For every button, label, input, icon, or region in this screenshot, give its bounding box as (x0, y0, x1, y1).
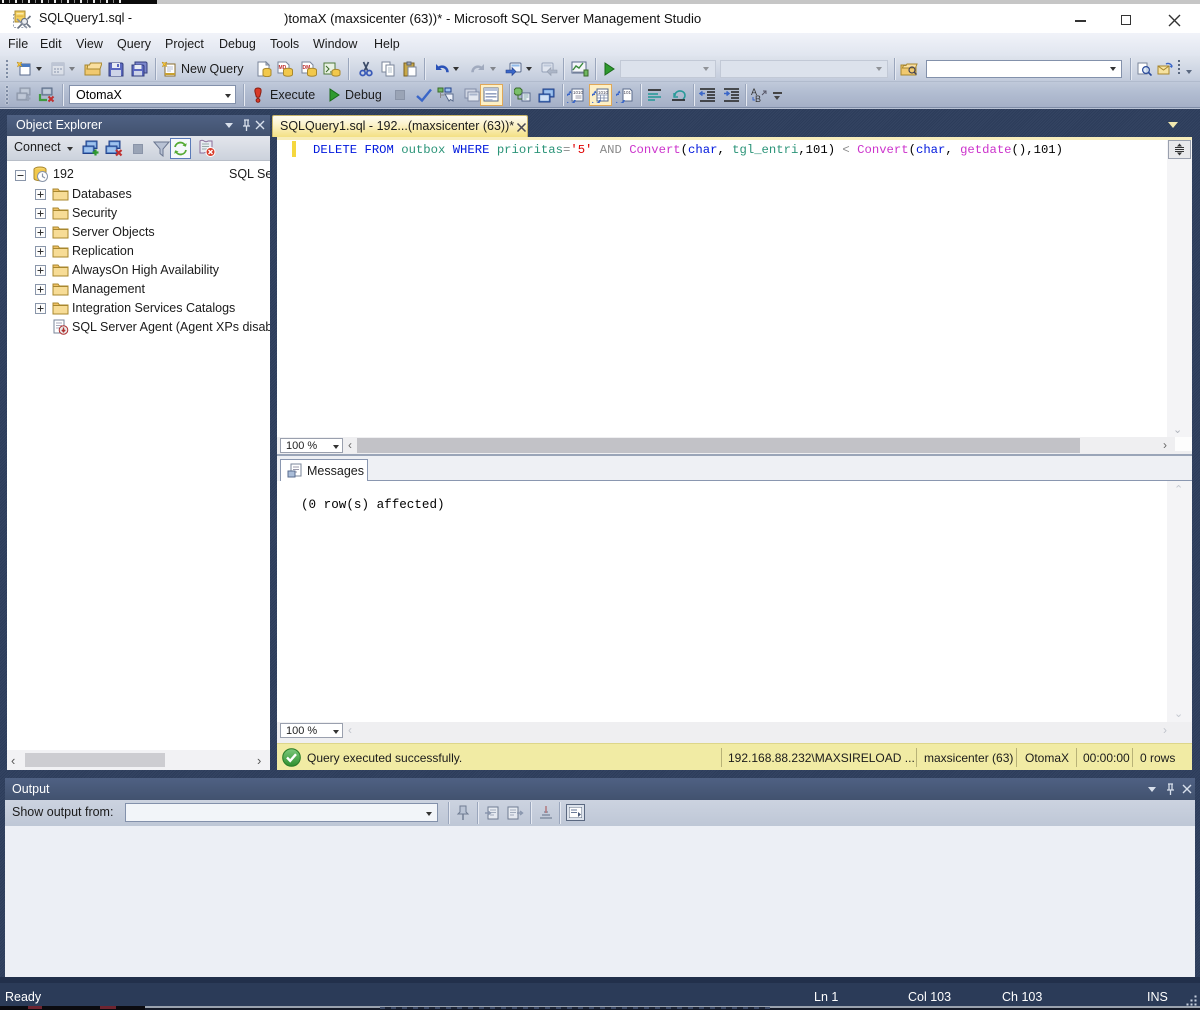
svg-text:101: 101 (624, 90, 632, 95)
svg-text:B: B (755, 94, 761, 103)
svg-text:1010: 1010 (573, 90, 584, 95)
svg-text:1010: 1010 (598, 90, 609, 95)
